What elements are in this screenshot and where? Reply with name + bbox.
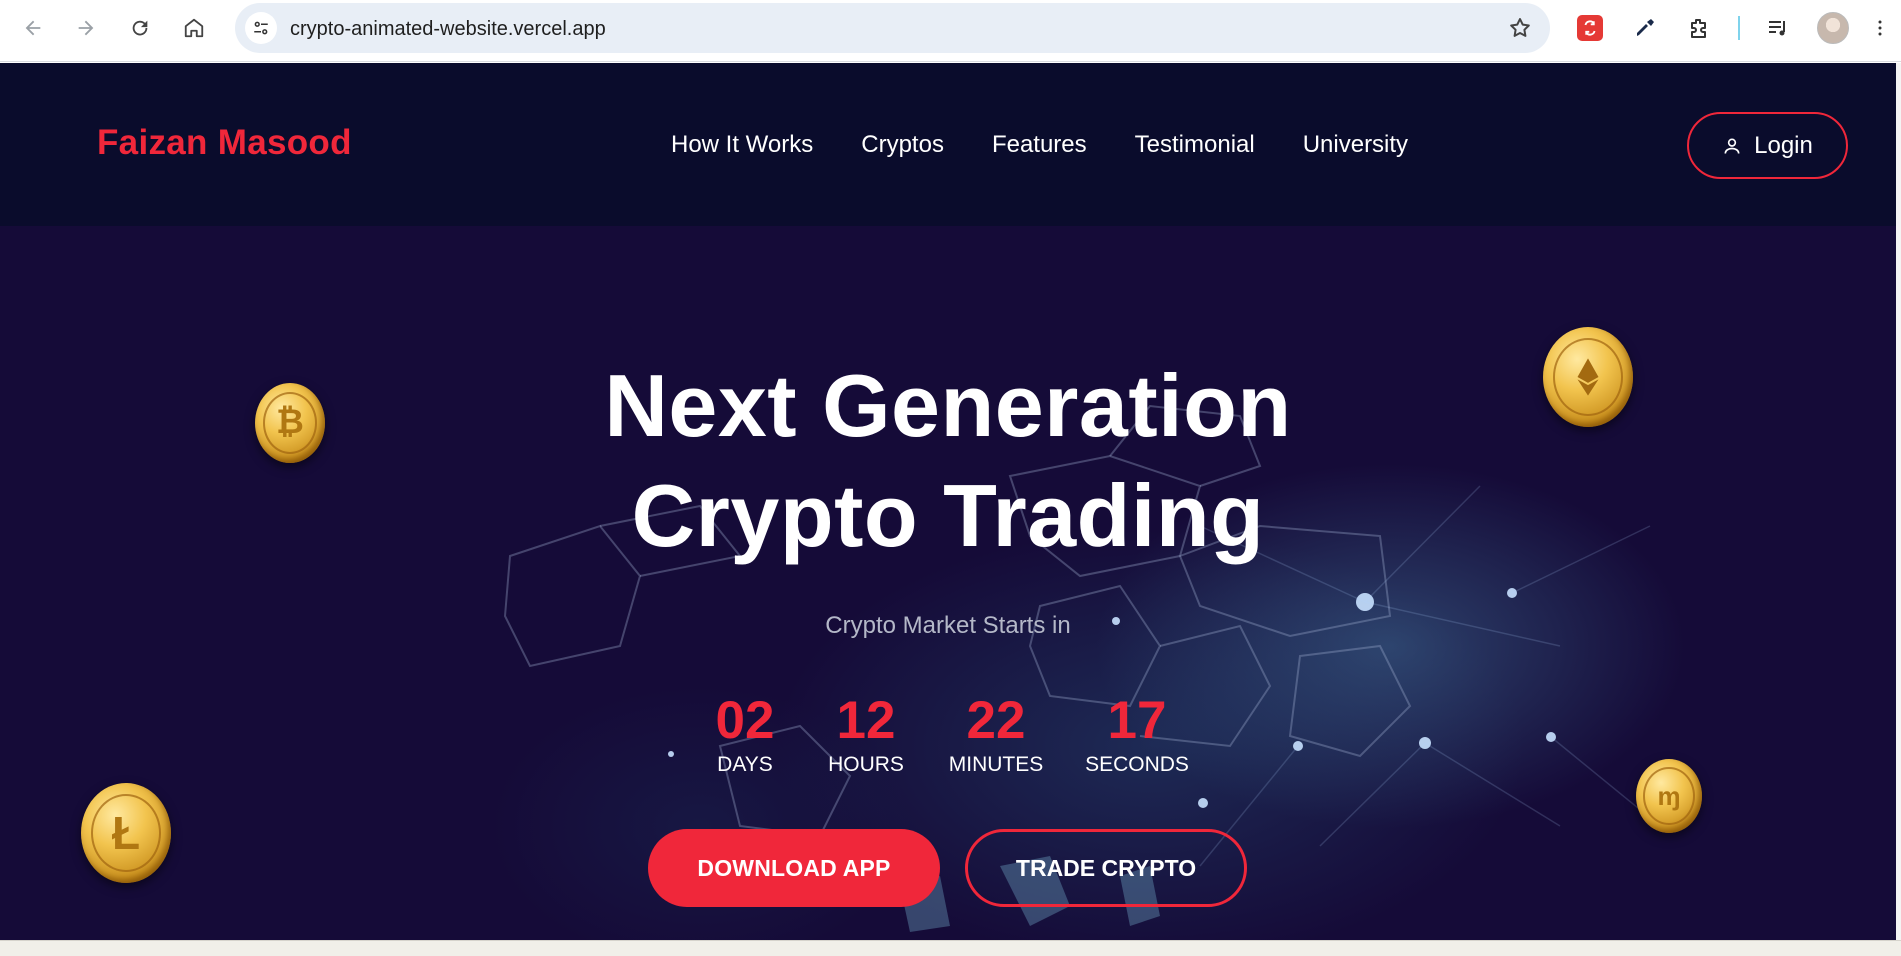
home-button[interactable] bbox=[176, 10, 212, 46]
login-button[interactable]: Login bbox=[1687, 112, 1848, 179]
countdown-minutes-label: MINUTES bbox=[948, 753, 1044, 776]
countdown-seconds-label: SECONDS bbox=[1085, 753, 1189, 776]
litecoin-coin-icon: Ł bbox=[81, 783, 171, 883]
network-background-art bbox=[503, 404, 1661, 932]
browser-toolbar: crypto-animated-website.vercel.app bbox=[0, 0, 1901, 62]
toolbar-separator bbox=[1738, 16, 1740, 40]
extension-red-icon[interactable] bbox=[1577, 15, 1603, 41]
menu-kebab-icon[interactable] bbox=[1870, 14, 1890, 42]
extensions-puzzle-icon[interactable] bbox=[1685, 14, 1713, 42]
login-label: Login bbox=[1754, 131, 1813, 159]
hero-subtitle: Crypto Market Starts in bbox=[825, 612, 1071, 639]
nav-university[interactable]: University bbox=[1303, 131, 1408, 159]
forward-button[interactable] bbox=[68, 10, 104, 46]
site-header: Faizan Masood How It Works Cryptos Featu… bbox=[0, 63, 1896, 226]
url-text[interactable]: crypto-animated-website.vercel.app bbox=[290, 18, 606, 41]
countdown-hours-label: HOURS bbox=[828, 753, 904, 776]
site-info-icon[interactable] bbox=[245, 12, 277, 44]
download-app-button[interactable]: DOWNLOAD APP bbox=[648, 829, 940, 907]
trade-crypto-button[interactable]: TRADE CRYPTO bbox=[965, 829, 1247, 907]
nav-how-it-works[interactable]: How It Works bbox=[671, 131, 813, 159]
hero-title-line2: Crypto Trading bbox=[631, 466, 1265, 565]
user-icon bbox=[1724, 138, 1740, 154]
profile-avatar[interactable] bbox=[1817, 12, 1849, 44]
brand-logo[interactable]: Faizan Masood bbox=[97, 123, 352, 163]
monero-coin-icon: ɱ bbox=[1636, 759, 1702, 833]
address-bar[interactable]: crypto-animated-website.vercel.app bbox=[235, 3, 1550, 53]
reload-icon bbox=[132, 20, 148, 36]
os-taskbar bbox=[0, 940, 1901, 956]
home-icon bbox=[184, 18, 204, 38]
main-nav: How It Works Cryptos Features Testimonia… bbox=[671, 131, 1408, 159]
countdown-hours-value: 12 bbox=[836, 691, 896, 750]
countdown-minutes: 22 MINUTES bbox=[946, 693, 1046, 777]
nav-features[interactable]: Features bbox=[992, 131, 1087, 159]
bitcoin-coin-icon: ₿ bbox=[255, 383, 325, 463]
hero-section bbox=[0, 226, 1896, 940]
countdown-hours: 12 HOURS bbox=[826, 693, 906, 777]
nav-cryptos[interactable]: Cryptos bbox=[861, 131, 944, 159]
ethereum-coin-icon bbox=[1543, 327, 1633, 427]
countdown-days-label: DAYS bbox=[717, 753, 773, 776]
page-scrollbar[interactable] bbox=[1896, 63, 1901, 940]
eyedropper-icon[interactable] bbox=[1631, 14, 1659, 42]
star-icon[interactable] bbox=[1508, 16, 1532, 40]
arrow-right-icon bbox=[78, 20, 94, 36]
countdown-days-value: 02 bbox=[715, 691, 775, 750]
countdown-minutes-value: 22 bbox=[966, 691, 1026, 750]
arrow-left-icon bbox=[25, 20, 41, 36]
media-controls-icon[interactable] bbox=[1764, 14, 1792, 42]
countdown-seconds-value: 17 bbox=[1107, 691, 1167, 750]
nav-testimonial[interactable]: Testimonial bbox=[1135, 131, 1255, 159]
reload-button[interactable] bbox=[122, 10, 158, 46]
countdown-days: 02 DAYS bbox=[706, 693, 784, 777]
countdown-seconds: 17 SECONDS bbox=[1085, 693, 1189, 777]
back-button[interactable] bbox=[15, 10, 51, 46]
